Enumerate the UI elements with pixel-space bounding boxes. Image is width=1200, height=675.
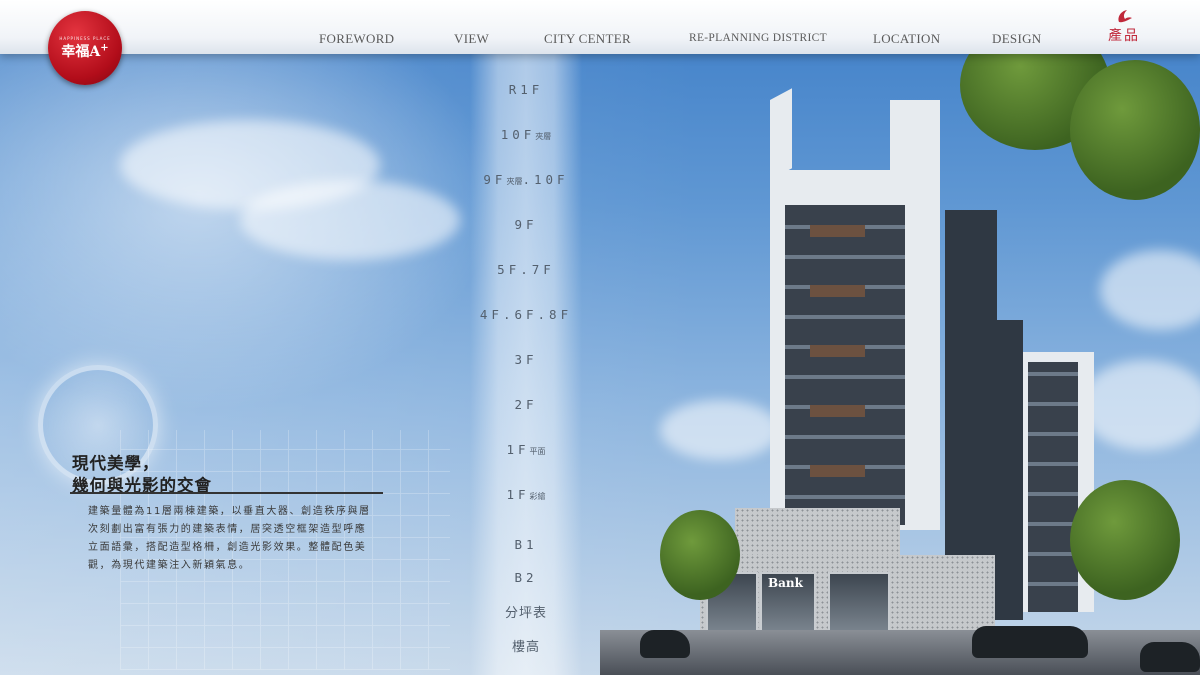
- bank-sign: Bank: [768, 576, 803, 590]
- street: [600, 630, 1200, 675]
- floor-link-2f[interactable]: 2F: [470, 397, 582, 412]
- floor-link-b2[interactable]: B2: [470, 570, 582, 585]
- description-text: 建築量體為11層兩棟建築，以垂直大器、創造秩序與層 次刻劃出富有張力的建築表情，…: [88, 503, 388, 575]
- balcony: [810, 345, 865, 357]
- logo-tagline: HAPPINESS PLACE: [59, 35, 111, 41]
- tower-frame: [890, 100, 940, 190]
- floor-link-5f-7f[interactable]: 5F.7F: [470, 262, 582, 277]
- top-navigation-bar: FOREWORD VIEW CITY CENTER RE-PLANNING DI…: [0, 0, 1200, 54]
- description-line: 建築量體為11層兩棟建築，以垂直大器、創造秩序與層: [88, 506, 371, 517]
- main-tower-windows: [785, 205, 905, 525]
- logo-brand-text: 幸福A+: [61, 41, 109, 60]
- floor-link-1f-color[interactable]: 1F彩繪: [470, 487, 582, 502]
- floor-link-r1f[interactable]: R1F: [470, 82, 582, 97]
- floor-link-3f[interactable]: 3F: [470, 352, 582, 367]
- headline-divider: [70, 492, 383, 494]
- cloud: [1100, 250, 1200, 330]
- brand-logo[interactable]: HAPPINESS PLACE 幸福A+: [48, 11, 122, 85]
- floor-link-1f-plan[interactable]: 1F平面: [470, 442, 582, 457]
- nav-re-planning-district[interactable]: RE-PLANNING DISTRICT: [689, 32, 827, 44]
- nav-product[interactable]: 產品: [1106, 8, 1142, 45]
- tree: [1070, 480, 1180, 600]
- floor-link-9f-mezzanine-10f[interactable]: 9F夾層.10F: [470, 172, 582, 187]
- cloud: [660, 400, 780, 460]
- section-headline: 現代美學， 幾何與光影的交會: [72, 453, 212, 497]
- tower-frame: [770, 88, 792, 180]
- floor-link-area-table[interactable]: 分坪表: [470, 602, 582, 621]
- car: [1140, 642, 1200, 672]
- product-logo-icon: [1118, 10, 1132, 23]
- balcony: [810, 225, 865, 237]
- nav-view[interactable]: VIEW: [454, 31, 489, 47]
- tree: [1070, 60, 1200, 200]
- description-line: 次刻劃出富有張力的建築表情，居突透空框架造型呼應: [88, 524, 367, 535]
- nav-location[interactable]: LOCATION: [873, 31, 940, 47]
- cloud: [240, 180, 460, 260]
- tree: [660, 510, 740, 600]
- floor-link-10f-mezzanine[interactable]: 10F夾層: [470, 127, 582, 142]
- nav-foreword[interactable]: FOREWORD: [319, 31, 394, 47]
- floor-link-4f-6f-8f[interactable]: 4F.6F.8F: [470, 307, 582, 322]
- product-label: 產品: [1108, 28, 1140, 44]
- car: [972, 626, 1088, 658]
- description-line: 觀，為現代建築注入新穎氣息。: [88, 560, 251, 571]
- tower-side: [995, 320, 1023, 620]
- balcony: [810, 465, 865, 477]
- storefront: [828, 572, 890, 634]
- balcony: [810, 285, 865, 297]
- floor-link-floor-height[interactable]: 樓高: [470, 636, 582, 655]
- nav-city-center[interactable]: CITY CENTER: [544, 31, 631, 47]
- cloud: [1080, 360, 1200, 450]
- floor-link-b1[interactable]: B1: [470, 537, 582, 552]
- balcony: [810, 405, 865, 417]
- nav-design[interactable]: DESIGN: [992, 31, 1041, 47]
- rear-tower-windows: [1028, 362, 1078, 612]
- description-line: 立面語彙，搭配造型格柵，創造光影效果。整體配色美: [88, 542, 367, 553]
- car: [640, 630, 690, 658]
- floor-link-9f[interactable]: 9F: [470, 217, 582, 232]
- headline-line-1: 現代美學，: [72, 454, 160, 473]
